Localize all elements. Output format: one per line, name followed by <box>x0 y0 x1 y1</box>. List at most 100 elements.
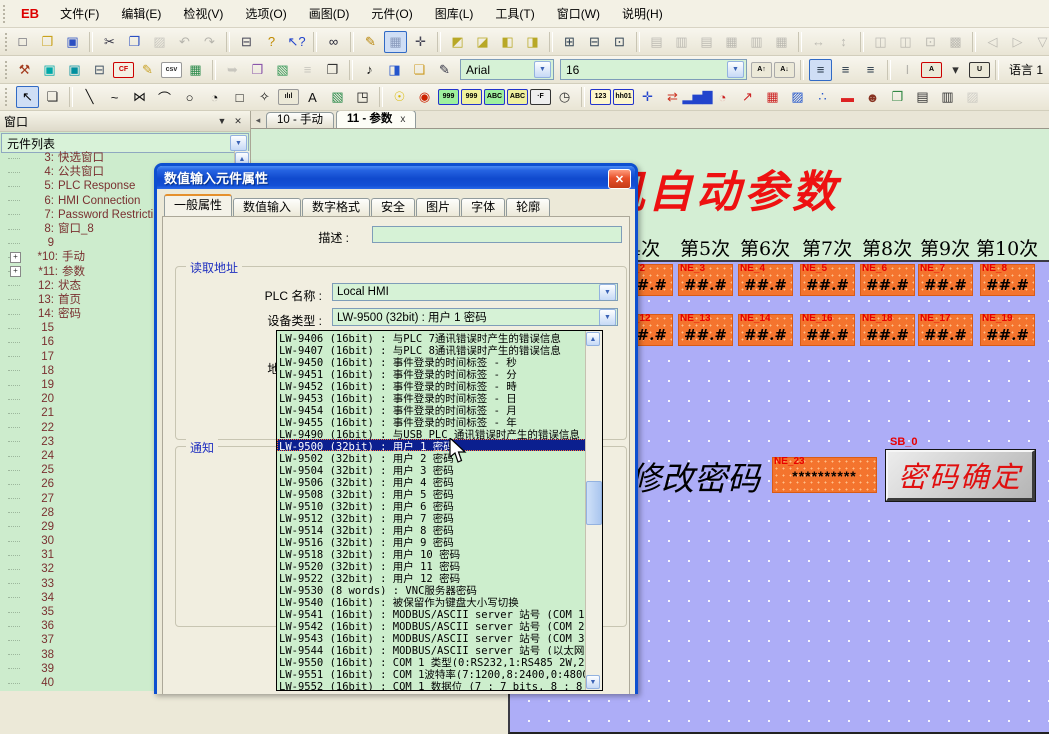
tool-text-icon[interactable]: A <box>301 86 324 108</box>
dropdown-item[interactable]: LW-9407 (16bit) : 与PLC 8通讯错误时产生的错误信息 <box>277 343 588 355</box>
text-align-right-icon[interactable]: ≡ <box>859 59 882 81</box>
font-color-icon[interactable]: A <box>921 62 942 78</box>
dropdown-item[interactable]: LW-9540 (16bit) : 被保留作为键盘大小写切换 <box>277 595 588 607</box>
tab-close-icon[interactable]: x <box>400 111 405 128</box>
text-align-center-icon[interactable]: ≡ <box>834 59 857 81</box>
menu-item[interactable]: 图库(L) <box>424 2 485 25</box>
menu-item[interactable]: 元件(O) <box>360 2 423 25</box>
bit-lamp-icon[interactable]: ☉ <box>388 86 411 108</box>
print-icon[interactable]: ⊟ <box>235 31 258 53</box>
tool-bezier-icon[interactable]: ~ <box>103 86 126 108</box>
sound-library-icon[interactable]: ♪ <box>358 59 381 81</box>
bring-to-front-icon[interactable]: ◩ <box>446 31 469 53</box>
toolbar-grip[interactable] <box>3 5 10 23</box>
canvas-column-header[interactable]: 第8次 <box>862 234 912 261</box>
operator-tool-icon[interactable]: ☻ <box>861 86 884 108</box>
trend-display-icon[interactable]: ↗ <box>736 86 759 108</box>
move-shape-icon[interactable]: ✛ <box>636 86 659 108</box>
dropdown-item[interactable]: LW-9512 (32bit) : 用户 7 密码 <box>277 511 588 523</box>
history-table-icon[interactable]: ▦ <box>761 86 784 108</box>
window-next-icon[interactable]: ⊡ <box>608 31 631 53</box>
dialog-tab[interactable]: 一般属性 <box>164 194 232 216</box>
dropdown-item[interactable]: LW-9452 (16bit) : 事件登录的时间标签 - 時 <box>277 379 588 391</box>
canvas-password-label[interactable]: 修改密码 <box>628 452 760 500</box>
toggle-clock-icon[interactable]: ◷ <box>553 86 576 108</box>
expand-icon[interactable]: + <box>10 252 21 263</box>
dropdown-item[interactable]: LW-9502 (32bit) : 用户 2 密码 <box>277 451 588 463</box>
canvas-column-header[interactable]: 第5次 <box>680 234 730 261</box>
chevron-down-icon[interactable]: ▼ <box>230 135 247 151</box>
csv-export-icon[interactable]: csv <box>161 62 182 78</box>
numeric-display-object[interactable]: NE_14##.# <box>738 314 793 346</box>
panel-menu-icon[interactable]: ▼ <box>214 114 230 128</box>
compile-icon[interactable]: ⚒ <box>13 59 36 81</box>
dropdown-item[interactable]: LW-9552 (16bit) : COM 1 数据位 (7 : 7 bits,… <box>277 679 588 691</box>
dialog-close-button[interactable]: ✕ <box>608 169 631 189</box>
numeric-display-object[interactable]: NE_19##.# <box>980 314 1035 346</box>
font-enlarge-icon[interactable]: A↑ <box>751 62 772 78</box>
data-transfer-icon[interactable]: ⇄ <box>661 86 684 108</box>
word-lamp-icon[interactable]: ◉ <box>413 86 436 108</box>
grid-icon[interactable]: ▦ <box>384 31 407 53</box>
description-input[interactable] <box>372 226 622 243</box>
window-properties-icon[interactable]: ❏ <box>41 86 64 108</box>
dropdown-item[interactable]: LW-9451 (16bit) : 事件登录的时间标签 - 分 <box>277 367 588 379</box>
simulate-online-icon[interactable]: ▣ <box>38 59 61 81</box>
dialog-tab[interactable]: 数字格式 <box>302 198 370 216</box>
edit-memo-icon[interactable]: ✎ <box>136 59 159 81</box>
numeric-display-icon[interactable]: 999 <box>438 89 459 105</box>
move-backward-icon[interactable]: ◨ <box>521 31 544 53</box>
recipe-view-icon[interactable]: ❒ <box>886 86 909 108</box>
dropdown-item[interactable]: LW-9406 (16bit) : 与PLC 7通讯错误时产生的错误信息 <box>277 331 588 343</box>
tag-library-icon[interactable]: ❏ <box>408 59 431 81</box>
dropdown-item[interactable]: LW-9500 (32bit) : 用户 1 密码 <box>277 439 588 451</box>
toolbar-grip[interactable] <box>5 88 12 106</box>
dialog-title-bar[interactable]: 数值输入元件属性 <box>157 166 635 189</box>
picture-manager-icon[interactable]: ▧ <box>271 59 294 81</box>
scroll-thumb[interactable] <box>586 481 602 525</box>
numeric-keypad-icon[interactable]: 123 <box>590 89 611 105</box>
dropdown-item[interactable]: LW-9550 (16bit) : COM 1 类型(0:RS232,1:RS4… <box>277 655 588 667</box>
panel-close-icon[interactable]: ✕ <box>230 114 246 128</box>
font-shrink-icon[interactable]: A↓ <box>774 62 795 78</box>
dropdown-item[interactable]: LW-9520 (32bit) : 用户 11 密码 <box>277 559 588 571</box>
dropdown-item[interactable]: LW-9455 (16bit) : 事件登录的时间标签 - 年 <box>277 415 588 427</box>
meter-display-icon[interactable]: ◔ <box>711 86 734 108</box>
numeric-display-object[interactable]: NE_3##.# <box>678 264 733 296</box>
dialog-tab[interactable]: 数值输入 <box>233 198 301 216</box>
simulate-offline-icon[interactable]: ▣ <box>63 59 86 81</box>
scroll-up-icon[interactable]: ▲ <box>586 332 600 346</box>
font-size-combo[interactable]: 16▼ <box>560 59 747 80</box>
new-file-icon[interactable]: □ <box>11 31 34 53</box>
tab-scroll-left-icon[interactable]: ◂ <box>250 113 266 128</box>
toolbar-grip[interactable] <box>5 33 7 51</box>
scatter-plot-icon[interactable]: ∴ <box>811 86 834 108</box>
function-key-icon[interactable]: ·F <box>530 89 551 105</box>
canvas-tab[interactable]: 11 - 参数x <box>336 110 416 128</box>
dropdown-item[interactable]: LW-9514 (32bit) : 用户 8 密码 <box>277 523 588 535</box>
find-icon[interactable]: ∞ <box>322 31 345 53</box>
chevron-down-icon[interactable]: ▼ <box>599 309 616 326</box>
numeric-display-object[interactable]: NE_18##.# <box>860 314 915 346</box>
dropdown-item[interactable]: LW-9551 (16bit) : COM 1波特率(7:1200,8:2400… <box>277 667 588 679</box>
dropdown-item[interactable]: LW-9490 (16bit) : 与USB PLC 通讯错误时产生的错误信息 <box>277 427 588 439</box>
menu-item[interactable]: 说明(H) <box>611 2 674 25</box>
download-icon[interactable]: ⊟ <box>88 59 111 81</box>
tool-scale-icon[interactable]: ılıl <box>278 89 299 105</box>
dialog-tab[interactable]: 轮廓 <box>506 198 550 216</box>
dropdown-item[interactable]: LW-9530 (8 words) : VNC服务器密码 <box>277 583 588 595</box>
scroll-down-icon[interactable]: ▼ <box>586 675 600 689</box>
select-pointer-icon[interactable]: ↖ <box>16 86 39 108</box>
cut-icon[interactable]: ✂ <box>98 31 121 53</box>
label-library-icon[interactable]: ◨ <box>383 59 406 81</box>
numeric-display-object[interactable]: NE_17##.# <box>918 314 973 346</box>
save-icon[interactable]: ▣ <box>61 31 84 53</box>
window-prev-icon[interactable]: ⊟ <box>583 31 606 53</box>
tool-pie-icon[interactable]: ◔ <box>203 86 226 108</box>
address-book-icon[interactable]: ❒ <box>246 59 269 81</box>
menu-item[interactable]: 文件(F) <box>49 2 110 25</box>
alarm-bar-icon[interactable]: ▬ <box>836 86 859 108</box>
dropdown-item[interactable]: LW-9510 (32bit) : 用户 6 密码 <box>277 499 588 511</box>
canvas-tab[interactable]: 10 - 手动 <box>266 112 334 128</box>
chevron-down-icon[interactable]: ▼ <box>599 284 616 301</box>
